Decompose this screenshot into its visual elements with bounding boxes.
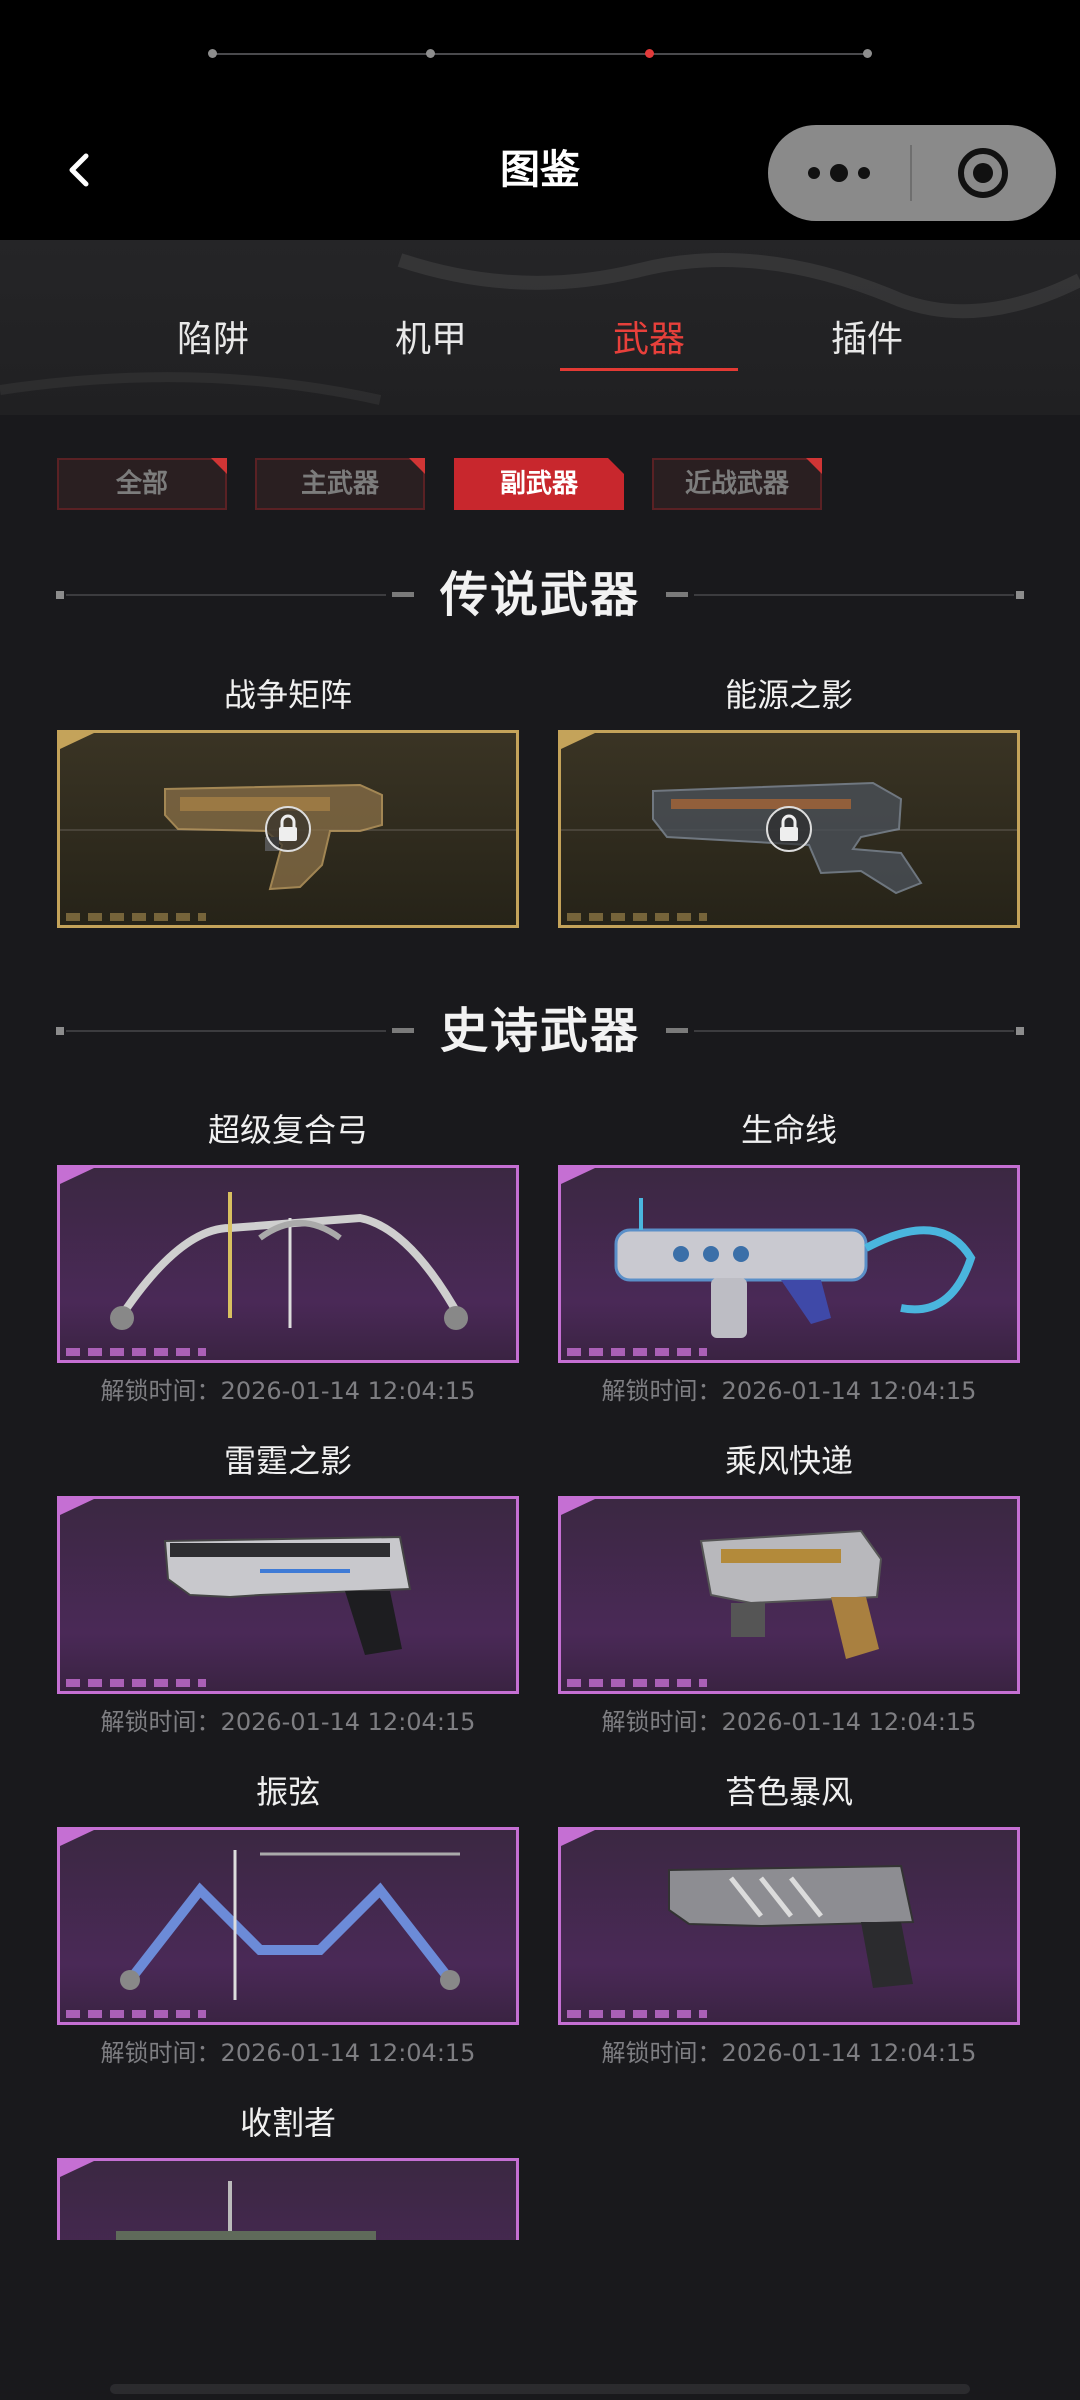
section-title: 传说武器 [439, 567, 640, 623]
weapon-image [120, 1850, 460, 2000]
weapon-frame [558, 730, 1020, 928]
unlock-time: 解锁时间：2026-01-14 12:04:15 [100, 2039, 476, 2067]
weapon-name: 能源之影 [724, 676, 853, 714]
close-target-icon [958, 148, 1008, 198]
tab-dot [426, 49, 435, 58]
filter-primary[interactable]: 主武器 [255, 458, 425, 510]
weapon-image [163, 1535, 412, 1655]
weapon-name: 战争矩阵 [223, 676, 352, 714]
unlock-time: 解锁时间：2026-01-14 12:04:15 [601, 2039, 977, 2067]
weapon-frame [57, 2158, 519, 2240]
tab-trap[interactable]: 陷阱 [123, 310, 303, 370]
weapon-frame [57, 1496, 519, 1694]
filter-all[interactable]: 全部 [57, 458, 227, 510]
weapon-frame [558, 1496, 1020, 1694]
lock-icon [766, 806, 812, 852]
weapon-name: 生命线 [740, 1111, 837, 1149]
weapon-name: 雷霆之影 [223, 1442, 352, 1480]
unlock-time: 解锁时间：2026-01-14 12:04:15 [100, 1377, 476, 1405]
tab-weapon[interactable]: 武器 [559, 310, 739, 370]
section-header-legendary: 传说武器 [56, 560, 1024, 630]
unlock-time: 解锁时间：2026-01-14 12:04:15 [601, 1377, 977, 1405]
close-button[interactable] [912, 125, 1054, 221]
lock-icon [265, 806, 311, 852]
weapon-name: 收割者 [239, 2104, 336, 2142]
active-tab-underline [560, 368, 738, 371]
weapon-frame [57, 1165, 519, 1363]
weapon-frame [57, 730, 519, 928]
weapon-name: 乘风快递 [724, 1442, 853, 1480]
tab-track-line [212, 53, 868, 55]
weapon-name: 苔色暴风 [724, 1773, 853, 1811]
tab-plugin[interactable]: 插件 [777, 310, 957, 370]
weapon-frame [558, 1165, 1020, 1363]
top-nav-bar: 图鉴 [0, 0, 1080, 240]
weapon-name: 超级复合弓 [207, 1111, 368, 1149]
more-button[interactable] [768, 125, 910, 221]
weapon-image [699, 1529, 883, 1659]
more-icon-dot [858, 167, 870, 179]
weapon-image [668, 1864, 915, 1988]
tab-dot-active [645, 49, 654, 58]
more-icon-dot [830, 164, 848, 182]
app-root: 图鉴 陷阱 机甲 武器 插件 全部 主武器 副武器 近战武器 传说武器 战争矩阵… [0, 0, 1080, 2400]
filter-secondary[interactable]: 副武器 [454, 458, 624, 510]
weapon-image [116, 2181, 376, 2240]
mini-program-capsule [768, 125, 1056, 221]
weapon-image [614, 1198, 976, 1338]
tab-mech[interactable]: 机甲 [341, 310, 521, 370]
unlock-time: 解锁时间：2026-01-14 12:04:15 [100, 1708, 476, 1736]
tab-dot [863, 49, 872, 58]
bottom-scroll-indicator [110, 2384, 970, 2394]
weapon-image [110, 1192, 468, 1330]
weapon-frame [57, 1827, 519, 2025]
more-icon [808, 167, 820, 179]
unlock-time: 解锁时间：2026-01-14 12:04:15 [601, 1708, 977, 1736]
weapon-card[interactable]: 收割者 [57, 2098, 519, 2240]
tab-dot [208, 49, 217, 58]
filter-melee[interactable]: 近战武器 [652, 458, 822, 510]
weapon-frame [558, 1827, 1020, 2025]
weapon-name: 振弦 [255, 1773, 320, 1811]
section-header-epic: 史诗武器 [56, 996, 1024, 1066]
section-title: 史诗武器 [439, 1003, 640, 1059]
